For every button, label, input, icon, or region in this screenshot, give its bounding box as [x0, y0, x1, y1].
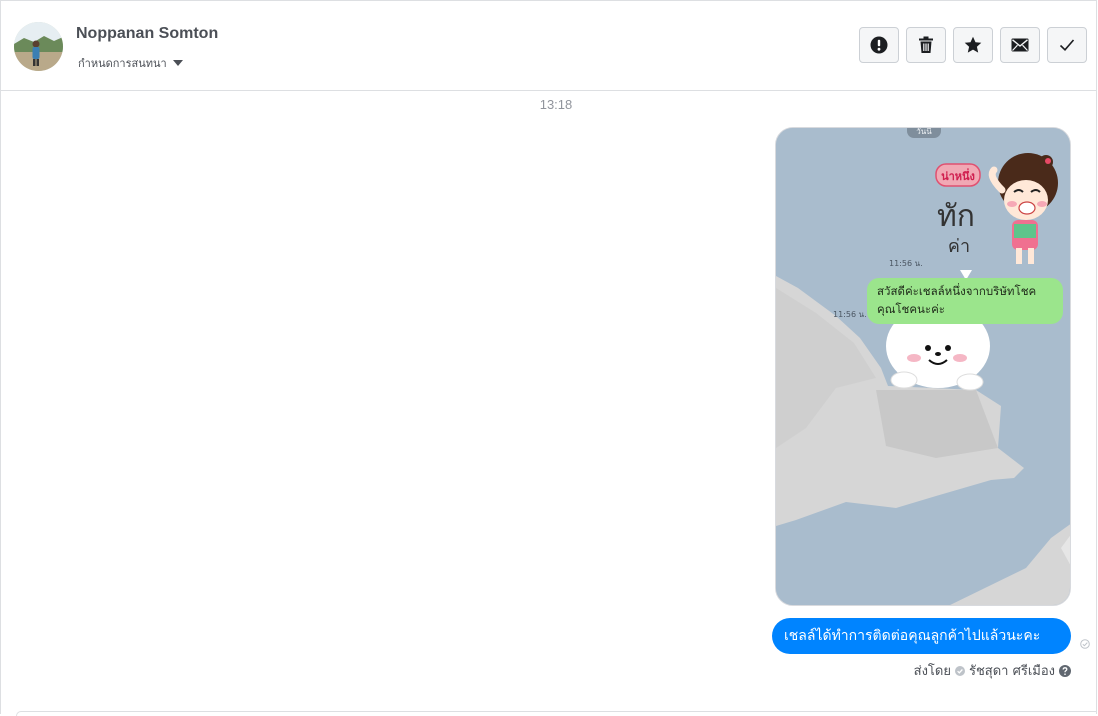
- contact-name[interactable]: Noppanan Somton: [76, 25, 218, 43]
- sticker-text-line1: ทัก: [937, 199, 975, 234]
- chat-time-2: 11:56 น.: [833, 310, 867, 319]
- avatar[interactable]: [14, 22, 63, 71]
- mark-done-button[interactable]: [1047, 27, 1087, 63]
- conversation-header: Noppanan Somton กำหนดการสนทนา: [1, 1, 1096, 91]
- label-dropdown-text: กำหนดการสนทนา: [78, 57, 167, 70]
- top-chip: วันนี้: [916, 128, 932, 136]
- sent-by-label: ส่งโดย: [913, 664, 951, 679]
- sticker-text-line2: ค่า: [948, 236, 970, 257]
- chat-time-1: 11:56 น.: [889, 259, 923, 268]
- label-dropdown[interactable]: กำหนดการสนทนา: [78, 54, 183, 72]
- sent-by-line: ส่งโดย รัชสุดา ศรีเมือง: [914, 660, 1071, 681]
- text-message[interactable]: เชลล์ได้ทำการติดต่อคุณลูกค้าไปแล้วนะคะ: [772, 618, 1071, 654]
- chat-bubble-line2: คุณโชคนะค่ะ: [877, 302, 945, 316]
- exclamation-icon: [870, 36, 888, 54]
- mark-unread-button[interactable]: [1000, 27, 1040, 63]
- image-message[interactable]: วันนี้ น่าหนึ่ง ทัก ค่า 11:56 น. 11:56 น…: [775, 127, 1071, 606]
- sender-name[interactable]: รัชสุดา ศรีเมือง: [969, 660, 1055, 681]
- verified-icon: [954, 665, 965, 676]
- sent-check-icon: [1080, 639, 1090, 649]
- chat-bubble-line1: สวัสดีค่ะเชลล์หนึ่งจากบริษัทโชค: [877, 283, 1036, 298]
- star-icon: [964, 36, 982, 53]
- help-icon[interactable]: [1059, 664, 1071, 677]
- chevron-down-icon: [172, 60, 183, 66]
- message-timestamp: 13:18: [539, 97, 573, 112]
- trash-icon: [919, 36, 933, 53]
- composer-edge: [16, 711, 1097, 716]
- envelope-icon: [1011, 38, 1029, 52]
- conversation-toolbar: [859, 27, 1087, 63]
- delete-button[interactable]: [906, 27, 946, 63]
- sticker-badge: น่าหนึ่ง: [941, 168, 975, 183]
- check-icon: [1059, 39, 1075, 51]
- star-button[interactable]: [953, 27, 993, 63]
- report-button[interactable]: [859, 27, 899, 63]
